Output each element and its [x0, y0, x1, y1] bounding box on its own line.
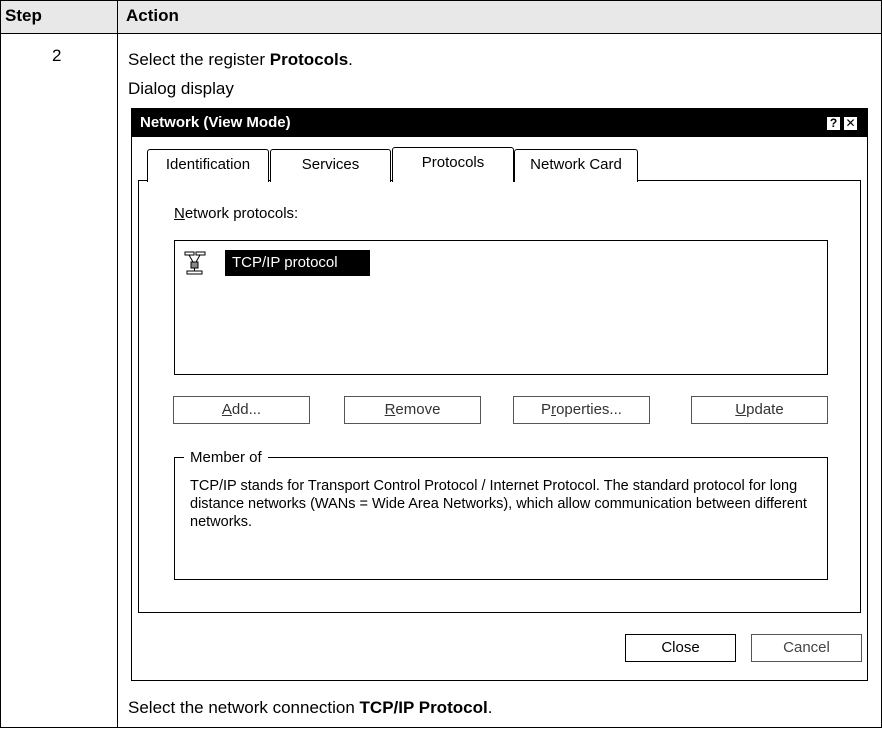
tab-identification[interactable]: Identification [147, 149, 269, 182]
protocol-description: TCP/IP stands for Transport Control Prot… [190, 478, 807, 530]
help-button[interactable]: ? [826, 116, 841, 131]
close-button[interactable]: Close [625, 634, 736, 662]
table-border-top [0, 0, 882, 1]
header-action: Action [126, 6, 179, 25]
tab-protocols[interactable]: Protocols [392, 147, 514, 182]
properties-button[interactable]: Properties... [513, 396, 650, 424]
list-item-tcpip[interactable]: TCP/IP protocol [225, 250, 370, 276]
member-of-label: Member of [184, 449, 268, 466]
close-icon[interactable]: ✕ [843, 116, 858, 131]
table-column-divider [117, 0, 118, 728]
table-border-bottom [0, 727, 882, 728]
tab-network-card[interactable]: Network Card [514, 149, 638, 182]
instruction-line-2: Dialog display [128, 79, 234, 98]
add-button[interactable]: Add... [173, 396, 310, 424]
tab-services[interactable]: Services [270, 149, 391, 182]
update-button[interactable]: Update [691, 396, 828, 424]
table-header-divider [0, 33, 882, 34]
network-protocols-label: Network protocols: [174, 205, 299, 222]
remove-button[interactable]: Remove [344, 396, 481, 424]
network-protocol-icon [184, 251, 206, 275]
step-number: 2 [52, 46, 62, 65]
instruction-footer: Select the network connection TCP/IP Pro… [128, 698, 493, 717]
header-step: Step [5, 6, 42, 25]
table-border-left [0, 0, 1, 728]
cancel-button[interactable]: Cancel [751, 634, 862, 662]
dialog-title: Network (View Mode) [140, 114, 291, 131]
instruction-line-1: Select the register Protocols. [128, 50, 353, 69]
